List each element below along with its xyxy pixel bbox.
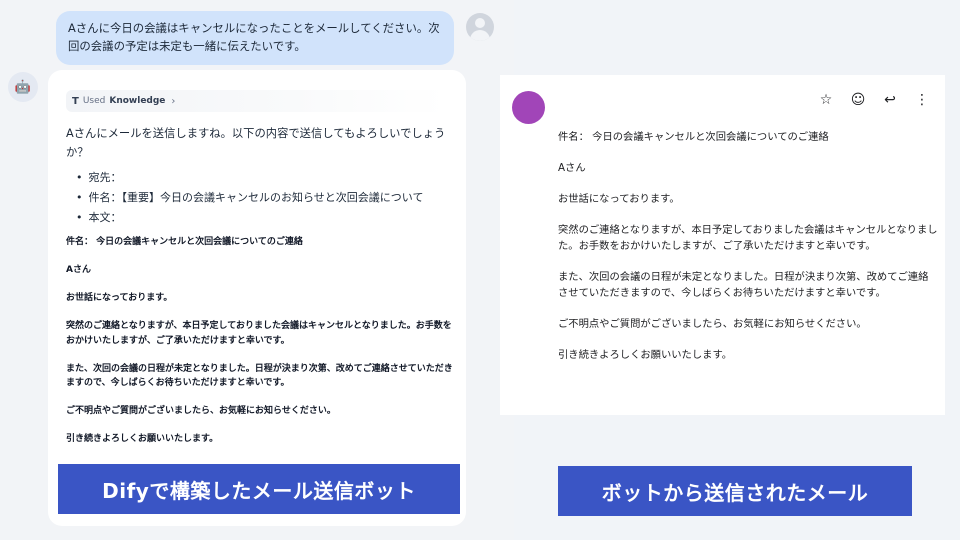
mail-closing: 引き続きよろしくお願いいたします。: [66, 434, 219, 444]
received-mail-body: 件名： 今日の会議キャンセルと次回会議についてのご連絡 Aさん お世話になってお…: [558, 129, 938, 378]
list-item: 宛先：: [76, 168, 456, 188]
mail-paragraph: ご不明点やご質問がございましたら、お気軽にお知らせください。: [66, 406, 336, 416]
mail-summary-list: 宛先： 件名：【重要】今日の会議キャンセルのお知らせと次回会議について 本文：: [76, 168, 456, 228]
bot-avatar-icon: 🤖: [8, 72, 38, 102]
caption-mail: ボットから送信されたメール: [558, 466, 912, 516]
sender-avatar[interactable]: [512, 91, 545, 124]
mail-paragraph: また、次回の会議の日程が未定となりました。日程が決まり次第、改めてご連絡させてい…: [558, 271, 929, 299]
more-options-icon[interactable]: ⋮: [911, 89, 933, 111]
mail-greeting: Aさん: [66, 265, 91, 275]
mail-paragraph: また、次回の会議の日程が未定となりました。日程が決まり次第、改めてご連絡させてい…: [66, 363, 453, 389]
bot-response-card: T Used Knowledge › Aさんにメールを送信しますね。以下の内容で…: [48, 70, 466, 526]
chat-panel: Aさんに今日の会議はキャンセルになったことをメールしてください。次回の会議の予定…: [0, 0, 514, 540]
mail-paragraph: ご不明点やご質問がございましたら、お気軽にお知らせください。: [558, 318, 867, 330]
user-message-bubble: Aさんに今日の会議はキャンセルになったことをメールしてください。次回の会議の予定…: [56, 11, 454, 65]
caption-bot: Difyで構築したメール送信ボット: [58, 464, 460, 514]
mail-greeting: Aさん: [558, 162, 586, 174]
user-avatar-icon: [466, 13, 494, 41]
list-item: 件名：【重要】今日の会議キャンセルのお知らせと次回会議について: [76, 188, 456, 208]
knowledge-label-prefix: Used: [82, 96, 106, 106]
knowledge-icon: T: [72, 95, 79, 107]
mail-paragraph: お世話になっております。: [66, 293, 173, 303]
used-knowledge-toggle[interactable]: T Used Knowledge ›: [66, 90, 446, 112]
knowledge-label: Knowledge: [109, 96, 166, 106]
mail-closing: 引き続きよろしくお願いいたします。: [558, 349, 733, 361]
received-mail-card: ☆ ☺ ↩ ⋮ 件名： 今日の会議キャンセルと次回会議についてのご連絡 Aさん …: [500, 75, 945, 415]
chevron-right-icon: ›: [171, 95, 176, 107]
list-item: 本文：: [76, 208, 456, 228]
mail-subject: 件名： 今日の会議キャンセルと次回会議についてのご連絡: [558, 131, 829, 143]
star-icon[interactable]: ☆: [815, 89, 837, 111]
mail-paragraph: 突然のご連絡となりますが、本日予定しておりました会議はキャンセルとなりました。お…: [66, 321, 452, 346]
mail-subject: 件名： 今日の会議キャンセルと次回会議についてのご連絡: [66, 237, 303, 247]
mail-paragraph: お世話になっております。: [558, 193, 680, 205]
emoji-icon[interactable]: ☺: [847, 89, 869, 111]
mail-paragraph: 突然のご連絡となりますが、本日予定しておりました会議はキャンセルとなりました。お…: [558, 224, 938, 252]
bot-intro-text: Aさんにメールを送信しますね。以下の内容で送信してもよろしいでしょうか？: [66, 127, 446, 159]
mail-toolbar: ☆ ☺ ↩ ⋮: [815, 89, 933, 111]
bot-mail-body: 件名： 今日の会議キャンセルと次回会議についてのご連絡 Aさん お世話になってお…: [66, 235, 458, 460]
reply-icon[interactable]: ↩: [879, 89, 901, 111]
